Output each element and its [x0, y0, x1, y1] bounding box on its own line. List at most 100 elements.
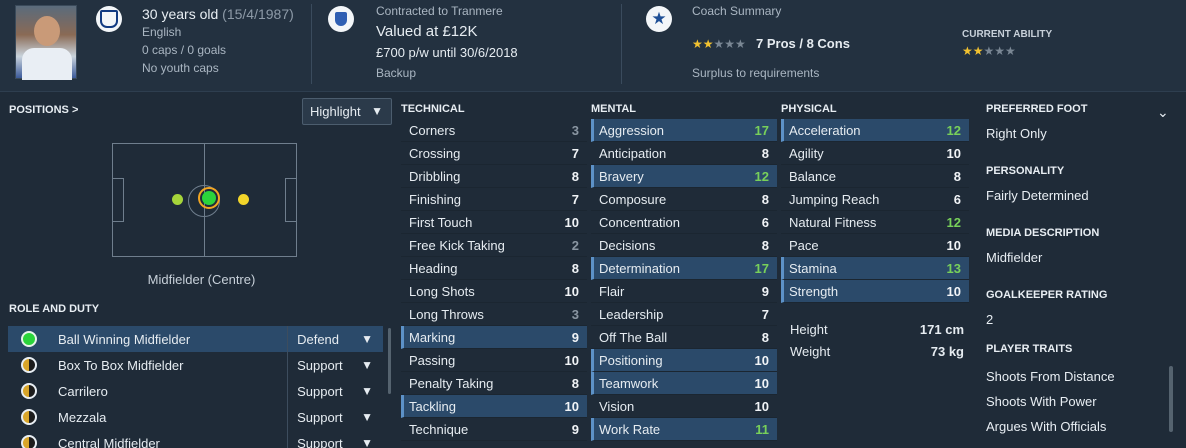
attribute-value: 8 [761, 145, 769, 161]
attribute-value: 13 [946, 260, 961, 276]
role-row[interactable]: Carrilero Support ▼ [8, 378, 383, 404]
physical-title: PHYSICAL [781, 103, 837, 115]
goalkeeper-rating-value: 2 [986, 312, 994, 327]
role-suitability-icon [21, 435, 37, 448]
media-description-value: Midfielder [986, 250, 1043, 265]
physical-attribute-row[interactable]: Agility 10 [781, 142, 969, 165]
attribute-name: Teamwork [599, 375, 659, 391]
mental-attribute-row[interactable]: Flair 9 [591, 280, 777, 303]
technical-attribute-row[interactable]: Heading 8 [401, 257, 587, 280]
attribute-value: 17 [754, 122, 769, 138]
mental-attribute-row[interactable]: Bravery 12 [591, 165, 777, 188]
duty-dropdown[interactable]: Support ▼ [287, 430, 383, 448]
physical-attribute-row[interactable]: Natural Fitness 12 [781, 211, 969, 234]
attribute-name: Concentration [599, 214, 680, 230]
technical-attribute-row[interactable]: First Touch 10 [401, 211, 587, 234]
duty-dropdown[interactable]: Support ▼ [287, 352, 383, 378]
technical-attribute-row[interactable]: Free Kick Taking 2 [401, 234, 587, 257]
physical-attribute-row[interactable]: Balance 8 [781, 165, 969, 188]
role-row[interactable]: Central Midfielder Support ▼ [8, 430, 383, 448]
trait-item[interactable]: Argues With Officials [986, 419, 1106, 434]
attribute-value: 10 [946, 283, 961, 299]
technical-attribute-row[interactable]: Penalty Taking 8 [401, 372, 587, 395]
technical-attribute-row[interactable]: Finishing 7 [401, 188, 587, 211]
squad-status[interactable]: Backup [376, 66, 416, 80]
mental-attribute-row[interactable]: Decisions 8 [591, 234, 777, 257]
mental-attribute-row[interactable]: Leadership 7 [591, 303, 777, 326]
traits-scrollbar[interactable] [1169, 366, 1173, 432]
attribute-value: 10 [754, 375, 769, 391]
physical-attribute-row[interactable]: Pace 10 [781, 234, 969, 257]
duty-dropdown[interactable]: Defend ▼ [287, 326, 383, 352]
physical-attribute-row[interactable]: Strength 10 [781, 280, 969, 303]
technical-attribute-row[interactable]: Long Shots 10 [401, 280, 587, 303]
attribute-name: Stamina [789, 260, 837, 276]
technical-attribute-row[interactable]: Marking 9 [401, 326, 587, 349]
attribute-value: 10 [564, 214, 579, 230]
physical-attribute-row[interactable]: Acceleration 12 [781, 119, 969, 142]
role-row[interactable]: Box To Box Midfielder Support ▼ [8, 352, 383, 378]
mental-attribute-row[interactable]: Positioning 10 [591, 349, 777, 372]
technical-attribute-row[interactable]: Long Throws 3 [401, 303, 587, 326]
role-suitability-icon [21, 331, 37, 347]
duty-dropdown[interactable]: Support ▼ [287, 404, 383, 430]
highlight-dropdown[interactable]: Highlight ▼ [302, 98, 392, 125]
mental-attribute-row[interactable]: Composure 8 [591, 188, 777, 211]
attribute-name: Crossing [409, 145, 461, 161]
mental-attribute-row[interactable]: Off The Ball 8 [591, 326, 777, 349]
mental-attribute-row[interactable]: Concentration 6 [591, 211, 777, 234]
contract-club[interactable]: Contracted to Tranmere [376, 4, 503, 18]
technical-attribute-row[interactable]: Dribbling 8 [401, 165, 587, 188]
duty-label: Defend [297, 331, 340, 347]
technical-attribute-row[interactable]: Tackling 10 [401, 395, 587, 418]
trait-item[interactable]: Shoots From Distance [986, 369, 1115, 384]
attribute-name: First Touch [409, 214, 473, 230]
attribute-value: 8 [761, 237, 769, 253]
mental-attribute-row[interactable]: Aggression 17 [591, 119, 777, 142]
mental-attribute-row[interactable]: Anticipation 8 [591, 142, 777, 165]
duty-dropdown[interactable]: Support ▼ [287, 378, 383, 404]
player-dob: (15/4/1987) [222, 6, 294, 22]
attribute-name: Dribbling [409, 168, 461, 184]
attribute-name: Finishing [409, 191, 462, 207]
player-age-line: 30 years old (15/4/1987) [142, 6, 294, 22]
role-row[interactable]: Ball Winning Midfielder Defend ▼ [8, 326, 383, 352]
physical-attribute-row[interactable]: Jumping Reach 6 [781, 188, 969, 211]
chevron-down-icon: ▼ [361, 384, 373, 398]
chevron-down-icon[interactable]: ⌄ [1157, 104, 1169, 121]
attribute-name: Pace [789, 237, 819, 253]
player-nationality[interactable]: English [142, 25, 181, 39]
mental-attribute-row[interactable]: Teamwork 10 [591, 372, 777, 395]
attribute-name: Agility [789, 145, 824, 161]
tranmere-crest-icon[interactable] [328, 6, 354, 32]
technical-attribute-row[interactable]: Corners 3 [401, 119, 587, 142]
physical-table: Acceleration 12 Agility 10 Balance 8 Jumping R… [781, 119, 969, 303]
player-avatar[interactable] [15, 5, 77, 80]
trait-item[interactable]: Shoots With Power [986, 394, 1097, 409]
positions-link[interactable]: POSITIONS > [9, 104, 78, 116]
player-age: 30 years old [142, 6, 219, 22]
position-dot-dm[interactable] [172, 194, 183, 205]
player-traits-label: PLAYER TRAITS [986, 343, 1073, 355]
mental-attribute-row[interactable]: Work Rate 11 [591, 418, 777, 441]
header-divider [311, 4, 312, 84]
mental-attribute-row[interactable]: Vision 10 [591, 395, 777, 418]
technical-attribute-row[interactable]: Crossing 7 [401, 142, 587, 165]
position-pitch[interactable] [112, 143, 297, 257]
position-dot-mc[interactable] [202, 191, 216, 205]
attribute-value: 10 [754, 398, 769, 414]
attribute-value: 2 [571, 237, 579, 253]
mental-attribute-row[interactable]: Determination 17 [591, 257, 777, 280]
chevron-down-icon: ▼ [361, 410, 373, 424]
role-row[interactable]: Mezzala Support ▼ [8, 404, 383, 430]
technical-attribute-row[interactable]: Passing 10 [401, 349, 587, 372]
england-crest-icon [96, 6, 122, 32]
position-dot-am[interactable] [238, 194, 249, 205]
attribute-name: Bravery [599, 168, 644, 184]
player-value: Valued at £12K [376, 23, 478, 40]
chevron-down-icon: ▼ [361, 436, 373, 448]
roles-scrollbar[interactable] [388, 328, 391, 394]
physical-attribute-row[interactable]: Stamina 13 [781, 257, 969, 280]
technical-attribute-row[interactable]: Technique 9 [401, 418, 587, 441]
pros-cons[interactable]: 7 Pros / 8 Cons [756, 36, 850, 51]
